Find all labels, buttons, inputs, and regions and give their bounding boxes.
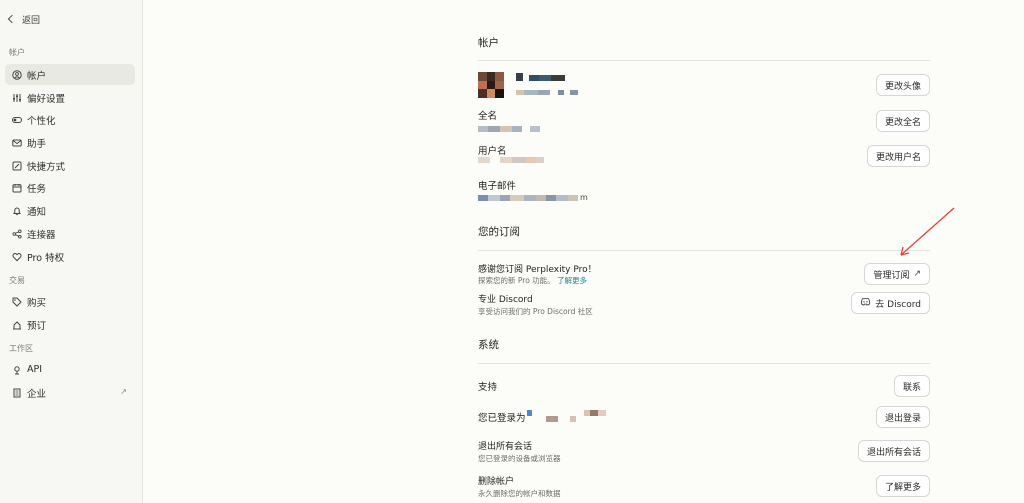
manage-subscription-label: 管理订阅	[873, 270, 910, 281]
redacted-fullname	[478, 126, 540, 132]
divider	[478, 363, 930, 364]
sidebar-item-label: 购买	[27, 297, 47, 309]
annotation-arrow	[900, 207, 955, 256]
user-circle-icon	[12, 69, 22, 80]
sidebar-item-pro-perks[interactable]: Pro 特权	[5, 246, 135, 267]
sidebar-item-tasks[interactable]: 任务	[5, 177, 135, 198]
sidebar-item-notifications[interactable]: 通知	[5, 200, 135, 221]
sidebar-item-preferences[interactable]: 偏好设置	[5, 87, 135, 108]
explore-text: 探索您的新 Pro 功能。	[478, 276, 555, 285]
booking-icon	[12, 320, 22, 330]
sidebar-item-label: 助手	[27, 138, 47, 150]
change-username-button[interactable]: 更改用户名	[866, 145, 930, 167]
sliders-icon	[12, 93, 22, 103]
sidebar-item-api[interactable]: API	[5, 359, 135, 380]
mail-icon	[12, 138, 22, 148]
logged-in-as-label: 您已登录为	[478, 413, 526, 424]
delete-account-title: 删除帐户	[478, 477, 515, 487]
learn-more-link[interactable]: 了解更多	[557, 276, 587, 285]
redacted-subtext	[516, 90, 578, 95]
delete-learn-more-button[interactable]: 了解更多	[875, 475, 930, 497]
settings-main: 帐户 更改头像 全名 更改全名 用户名 更改用户名 电子邮件 m 您的订阅 感谢…	[478, 0, 930, 503]
sidebar-item-label: 企业	[27, 388, 47, 400]
sidebar-item-account[interactable]: 帐户	[5, 64, 135, 85]
support-label: 支持	[478, 382, 498, 393]
building-icon	[12, 388, 22, 398]
calendar-task-icon	[12, 183, 22, 193]
sidebar-item-connectors[interactable]: 连接器	[5, 223, 135, 244]
sidebar-item-personalization[interactable]: 个性化	[5, 109, 135, 130]
group-label-transactions: 交易	[9, 276, 25, 285]
discord-icon	[860, 297, 871, 309]
email-visible-tail: m	[580, 193, 588, 202]
manage-subscription-button[interactable]: 管理订阅 ↗	[864, 263, 930, 285]
redacted-email: m	[478, 194, 588, 202]
sidebar-item-enterprise[interactable]: 企业 ↗	[5, 382, 135, 403]
section-title-subscription: 您的订阅	[478, 226, 520, 238]
change-avatar-button[interactable]: 更改头像	[875, 74, 930, 96]
redacted-login	[527, 410, 606, 422]
go-discord-button[interactable]: 去 Discord	[851, 292, 930, 314]
external-link-icon: ↗	[120, 387, 127, 396]
heart-badge-icon	[12, 252, 22, 262]
sidebar-item-label: 预订	[27, 320, 47, 332]
sidebar-item-label: 快捷方式	[27, 161, 66, 173]
sidebar-item-shortcuts[interactable]: 快捷方式	[5, 155, 135, 176]
sidebar-item-label: 任务	[27, 183, 47, 195]
logout-all-button[interactable]: 退出所有会话	[857, 440, 930, 462]
back-label: 返回	[22, 15, 41, 26]
subscription-explore: 探索您的新 Pro 功能。 了解更多	[478, 275, 587, 286]
contact-button[interactable]: 联系	[893, 375, 930, 397]
toggle-icon	[12, 115, 22, 125]
fullname-label: 全名	[478, 111, 498, 122]
sidebar-item-label: 通知	[27, 206, 47, 218]
change-fullname-button[interactable]: 更改全名	[875, 110, 930, 132]
sidebar-item-label: 连接器	[27, 229, 56, 241]
redacted-name	[516, 73, 565, 81]
sidebar-item-assistant[interactable]: 助手	[5, 132, 135, 153]
delete-account-subtitle: 永久删除您的帐户和数据	[478, 489, 561, 498]
email-label: 电子邮件	[478, 181, 517, 192]
share-nodes-icon	[12, 228, 22, 239]
logout-all-subtitle: 您已登录的设备或浏览器	[478, 454, 561, 463]
edit-square-icon	[12, 161, 22, 171]
sidebar-item-label: 偏好设置	[27, 93, 66, 105]
discord-subtitle: 享受访问我们的 Pro Discord 社区	[478, 307, 593, 316]
bell-icon	[12, 206, 22, 216]
back-button[interactable]: 返回	[7, 12, 41, 26]
api-icon	[12, 365, 22, 375]
sidebar-item-bookings[interactable]: 预订	[5, 314, 135, 335]
external-arrow-icon: ↗	[913, 269, 921, 279]
discord-title: 专业 Discord	[478, 295, 533, 305]
settings-sidebar: 返回 帐户 帐户 偏好设置 个性化 助手 快捷方式 任务 通知 连接器 Pro …	[0, 0, 143, 503]
sidebar-item-label: 个性化	[27, 115, 56, 127]
divider	[478, 60, 930, 61]
chevron-left-icon	[7, 14, 17, 24]
sidebar-item-label: Pro 特权	[27, 252, 65, 264]
logout-all-title: 退出所有会话	[478, 442, 533, 452]
username-label: 用户名	[478, 146, 507, 157]
group-label-account: 帐户	[9, 48, 25, 57]
section-title-account: 帐户	[478, 37, 499, 49]
avatar	[478, 72, 504, 98]
tag-icon	[12, 297, 22, 307]
logout-button[interactable]: 退出登录	[875, 406, 930, 428]
subscription-thanks: 感谢您订阅 Perplexity Pro！	[478, 265, 597, 275]
sidebar-item-purchases[interactable]: 购买	[5, 291, 135, 312]
redacted-username	[478, 157, 544, 163]
sidebar-item-label: 帐户	[27, 70, 47, 82]
sidebar-item-label: API	[27, 364, 43, 375]
divider	[478, 250, 930, 251]
go-discord-label: 去 Discord	[875, 299, 921, 310]
group-label-workspace: 工作区	[9, 344, 33, 353]
section-title-system: 系统	[478, 339, 499, 351]
